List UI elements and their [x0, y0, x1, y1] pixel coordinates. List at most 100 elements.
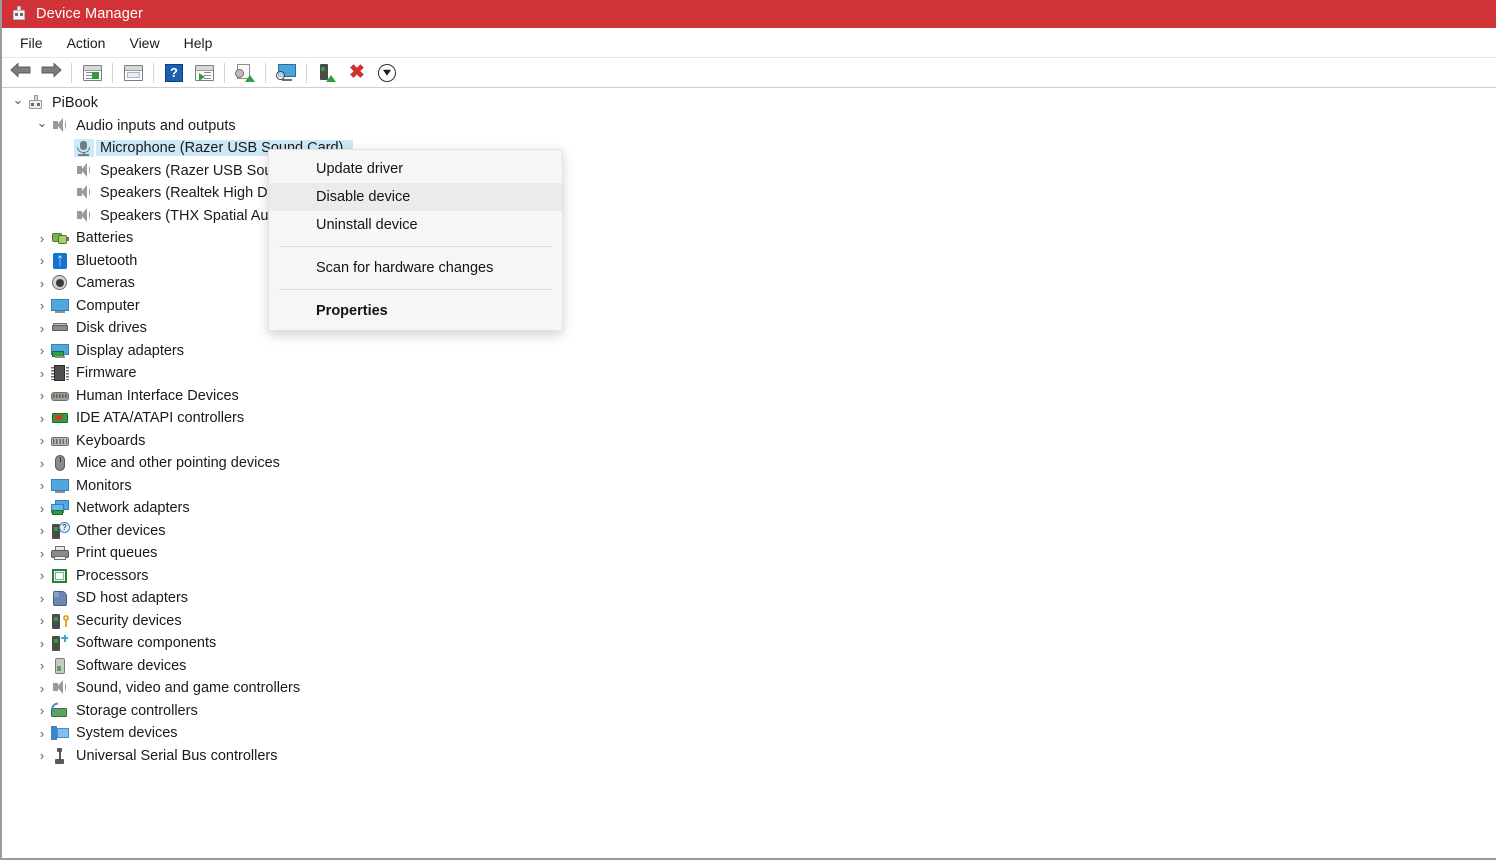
monitor-magnifier-icon: [276, 64, 297, 81]
properties-window-icon: [124, 65, 143, 81]
tree-item-bluetooth[interactable]: ᛏ Bluetooth: [2, 250, 1496, 273]
chevron-right-icon[interactable]: [34, 366, 50, 381]
show-hide-action-pane-button[interactable]: [189, 60, 219, 86]
scan-for-hardware-changes-button[interactable]: [271, 60, 301, 86]
uninstall-device-button[interactable]: ✖: [342, 60, 372, 86]
tree-item-firmware[interactable]: Firmware: [2, 362, 1496, 385]
tree-item-speakers-thx-spatial-audio[interactable]: Speakers (THX Spatial Audio): [2, 205, 1496, 228]
tree-item-label: Software devices: [76, 658, 192, 674]
chevron-right-icon[interactable]: [34, 433, 50, 448]
chevron-right-icon[interactable]: [34, 276, 50, 291]
context-menu-item-properties[interactable]: Properties: [269, 297, 562, 325]
chevron-right-icon[interactable]: [34, 231, 50, 246]
help-question-icon: ?: [165, 64, 183, 82]
bluetooth-icon: ᛏ: [50, 252, 70, 270]
forward-button[interactable]: [36, 60, 66, 86]
microphone-icon: [74, 139, 94, 157]
tree-item-batteries[interactable]: Batteries: [2, 227, 1496, 250]
down-arrow-circle-icon: [378, 64, 396, 82]
tree-item-label: Storage controllers: [76, 703, 204, 719]
chevron-right-icon[interactable]: [34, 478, 50, 493]
tree-item-pibook[interactable]: PiBook: [2, 92, 1496, 115]
chevron-right-icon[interactable]: [34, 411, 50, 426]
chevron-right-icon[interactable]: [34, 253, 50, 268]
tree-item-label: Print queues: [76, 545, 163, 561]
chevron-right-icon[interactable]: [34, 726, 50, 741]
battery-icon: [50, 229, 70, 247]
context-menu-item-update-driver[interactable]: Update driver: [269, 155, 562, 183]
chevron-right-icon[interactable]: [34, 613, 50, 628]
context-menu: Update driver Disable device Uninstall d…: [268, 149, 563, 331]
firmware-chip-icon: [50, 364, 70, 382]
back-button[interactable]: [6, 60, 36, 86]
chevron-right-icon[interactable]: [34, 636, 50, 651]
tree-item-system-devices[interactable]: System devices: [2, 722, 1496, 745]
tree-item-audio-inputs-and-outputs[interactable]: Audio inputs and outputs: [2, 115, 1496, 138]
tree-item-monitors[interactable]: Monitors: [2, 475, 1496, 498]
menu-action[interactable]: Action: [55, 31, 118, 55]
menu-view[interactable]: View: [117, 31, 171, 55]
update-driver-button[interactable]: [230, 60, 260, 86]
menu-help[interactable]: Help: [172, 31, 225, 55]
device-manager-window: Device Manager File Action View Help: [0, 0, 1496, 860]
tree-item-security-devices[interactable]: Security devices: [2, 610, 1496, 633]
context-menu-item-disable-device[interactable]: Disable device: [269, 183, 562, 211]
chevron-down-icon[interactable]: [10, 95, 26, 111]
tree-item-label: Security devices: [76, 613, 188, 629]
tree-item-other-devices[interactable]: ? Other devices: [2, 520, 1496, 543]
tree-item-processors[interactable]: Processors: [2, 565, 1496, 588]
chevron-right-icon[interactable]: [34, 501, 50, 516]
disable-device-button[interactable]: [372, 60, 402, 86]
tree-item-keyboards[interactable]: Keyboards: [2, 430, 1496, 453]
tree-item-label: PiBook: [52, 95, 104, 111]
tree-item-microphone-razer-usb-sound-card[interactable]: Microphone (Razer USB Sound Card): [2, 137, 1496, 160]
chevron-right-icon[interactable]: [34, 568, 50, 583]
tree-item-sd-host-adapters[interactable]: SD host adapters: [2, 587, 1496, 610]
chevron-right-icon[interactable]: [34, 343, 50, 358]
chevron-right-icon[interactable]: [34, 658, 50, 673]
tree-item-universal-serial-bus-controllers[interactable]: Universal Serial Bus controllers: [2, 745, 1496, 768]
toolbar-separator: [306, 63, 307, 83]
chevron-right-icon[interactable]: [34, 681, 50, 696]
tree-item-network-adapters[interactable]: Network adapters: [2, 497, 1496, 520]
chevron-right-icon[interactable]: [34, 703, 50, 718]
context-menu-item-uninstall-device[interactable]: Uninstall device: [269, 211, 562, 239]
chevron-right-icon[interactable]: [34, 748, 50, 763]
tree-item-human-interface-devices[interactable]: Human Interface Devices: [2, 385, 1496, 408]
show-hide-console-tree-button[interactable]: [77, 60, 107, 86]
tree-item-ide-ata-atapi-controllers[interactable]: IDE ATA/ATAPI controllers: [2, 407, 1496, 430]
chevron-right-icon[interactable]: [34, 298, 50, 313]
device-tree[interactable]: PiBook Audio inputs and outputs Micropho…: [2, 88, 1496, 859]
help-button[interactable]: ?: [159, 60, 189, 86]
context-menu-item-scan-for-hardware-changes[interactable]: Scan for hardware changes: [269, 254, 562, 282]
enable-device-button[interactable]: [312, 60, 342, 86]
chevron-right-icon[interactable]: [34, 523, 50, 538]
speaker-icon: [74, 184, 94, 202]
tree-item-speakers-realtek-high-definition-audio[interactable]: Speakers (Realtek High Definition Audio): [2, 182, 1496, 205]
chevron-right-icon[interactable]: [34, 321, 50, 336]
chevron-right-icon[interactable]: [34, 456, 50, 471]
chevron-right-icon[interactable]: [34, 591, 50, 606]
tree-item-computer[interactable]: Computer: [2, 295, 1496, 318]
tree-item-software-devices[interactable]: Software devices: [2, 655, 1496, 678]
tree-item-storage-controllers[interactable]: Storage controllers: [2, 700, 1496, 723]
toolbar-separator: [112, 63, 113, 83]
properties-button[interactable]: [118, 60, 148, 86]
chevron-right-icon[interactable]: [34, 388, 50, 403]
toolbar-separator: [265, 63, 266, 83]
tree-item-cameras[interactable]: Cameras: [2, 272, 1496, 295]
menu-file[interactable]: File: [8, 31, 55, 55]
tree-item-software-components[interactable]: Software components: [2, 632, 1496, 655]
chevron-right-icon[interactable]: [34, 546, 50, 561]
tree-item-disk-drives[interactable]: Disk drives: [2, 317, 1496, 340]
speaker-icon: [74, 207, 94, 225]
tree-item-label: Audio inputs and outputs: [76, 118, 242, 134]
toolbar-separator: [71, 63, 72, 83]
tree-item-sound-video-and-game-controllers[interactable]: Sound, video and game controllers: [2, 677, 1496, 700]
chevron-down-icon[interactable]: [34, 118, 50, 134]
action-pane-icon: [195, 65, 214, 81]
tree-item-mice-and-other-pointing-devices[interactable]: Mice and other pointing devices: [2, 452, 1496, 475]
tree-item-print-queues[interactable]: Print queues: [2, 542, 1496, 565]
tree-item-display-adapters[interactable]: Display adapters: [2, 340, 1496, 363]
tree-item-speakers-razer-usb-sound-card[interactable]: Speakers (Razer USB Sound Card): [2, 160, 1496, 183]
